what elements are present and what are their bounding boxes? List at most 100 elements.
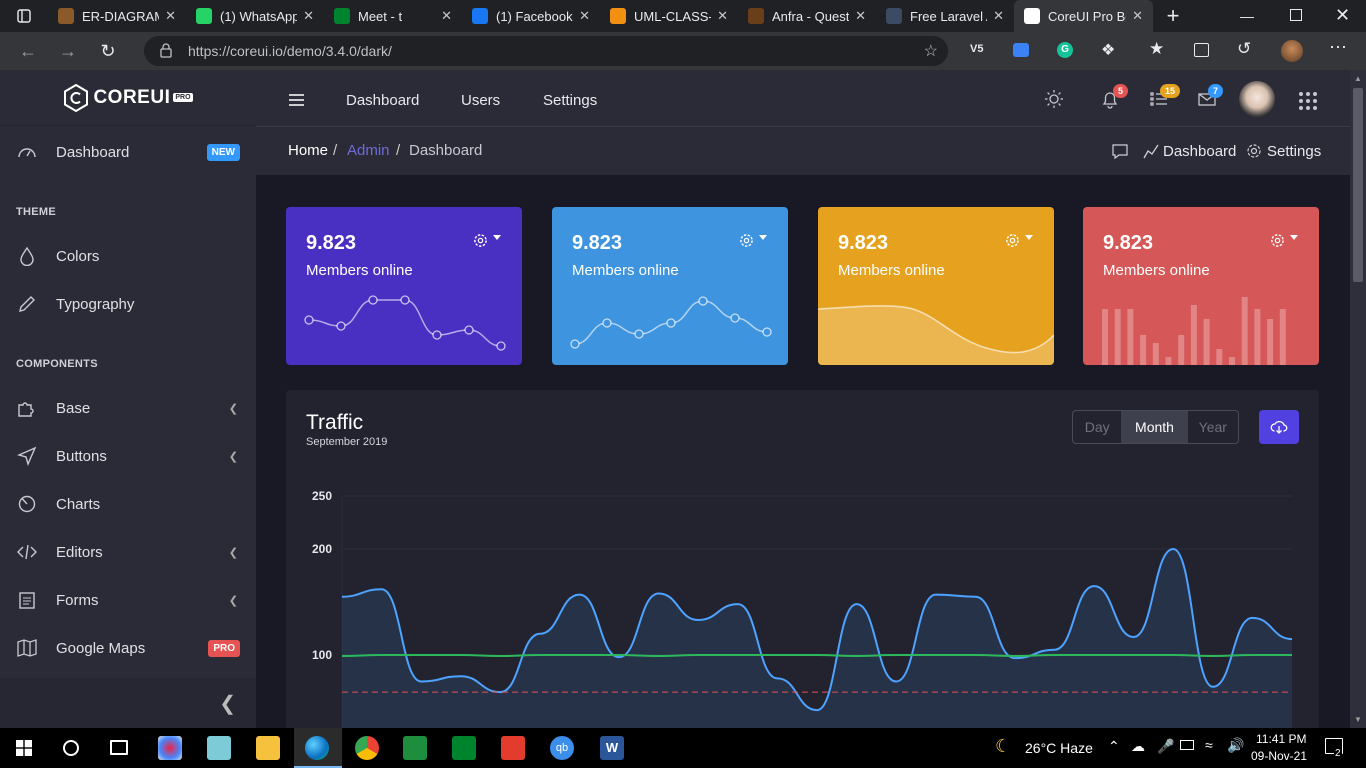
sidebar-item-base[interactable]: Base ❮: [0, 384, 256, 432]
sidebar-item-forms[interactable]: Forms ❮: [0, 576, 256, 624]
clock-date[interactable]: 09-Nov-21: [1251, 749, 1307, 763]
clock-time[interactable]: 11:41 PM: [1256, 732, 1306, 746]
close-tab-icon[interactable]: ✕: [993, 8, 1004, 24]
sparkline-point: [634, 329, 644, 339]
header-nav-settings[interactable]: Settings: [543, 92, 597, 109]
close-tab-icon[interactable]: ✕: [855, 8, 866, 24]
header-nav-dashboard[interactable]: Dashboard: [346, 92, 419, 109]
close-tab-icon[interactable]: ✕: [579, 8, 590, 24]
series-line: [341, 654, 1292, 658]
restore-button[interactable]: [1290, 9, 1302, 21]
range-day-button[interactable]: Day: [1073, 411, 1121, 443]
whatsapp-favicon-icon: [196, 8, 212, 24]
profile-avatar[interactable]: [1281, 40, 1303, 62]
reload-button[interactable]: ↻: [88, 35, 128, 67]
close-tab-icon[interactable]: ✕: [165, 8, 176, 24]
sidebar-item-buttons[interactable]: Buttons ❮: [0, 432, 256, 480]
user-avatar[interactable]: [1239, 81, 1275, 117]
volume-icon[interactable]: 🔊: [1227, 737, 1244, 754]
sidebar-item-typography[interactable]: Typography: [0, 280, 256, 328]
back-button[interactable]: ←: [8, 35, 48, 67]
sidebar-item-label: Base: [56, 399, 91, 417]
cloud-download-icon: [1270, 420, 1288, 434]
sidebar-item-dashboard[interactable]: Dashboard NEW: [0, 128, 256, 176]
new-tab-button[interactable]: +: [1153, 0, 1193, 32]
sidebar-item-colors[interactable]: Colors: [0, 232, 256, 280]
file-explorer-icon[interactable]: [256, 736, 280, 760]
range-year-button[interactable]: Year: [1188, 411, 1238, 443]
main-content: 9.823 Members online 9.823 Members online 9.…: [256, 175, 1350, 728]
forward-button[interactable]: →: [48, 35, 88, 67]
browser-tab[interactable]: Anfra - Quest ✕: [738, 0, 876, 32]
extension-vs-icon[interactable]: V5: [970, 43, 983, 55]
sidebar-item-google-maps[interactable]: Google Maps PRO: [0, 624, 256, 672]
windows-start-icon[interactable]: [16, 740, 32, 756]
tab-actions-icon[interactable]: [0, 0, 48, 32]
sidebar-toggler-icon[interactable]: [289, 94, 304, 106]
graph-icon: [1143, 144, 1159, 159]
sidebar-minimizer-button[interactable]: ❮: [0, 678, 256, 728]
google-classroom-icon[interactable]: [403, 736, 427, 760]
sparkline-bar: [1229, 357, 1235, 365]
browser-tab[interactable]: CoreUI Pro Bo ✕: [1014, 0, 1153, 32]
microphone-icon[interactable]: 🎤: [1157, 738, 1174, 755]
sparkline-bar: [1254, 309, 1261, 365]
task-view-icon[interactable]: [110, 740, 128, 755]
onedrive-cloud-icon[interactable]: ☁: [1131, 738, 1145, 755]
browser-tab[interactable]: (1) WhatsApp ✕: [186, 0, 324, 32]
browser-tab[interactable]: (1) Facebook ✕: [462, 0, 600, 32]
close-tab-icon[interactable]: ✕: [717, 8, 728, 24]
sidebar-item-charts[interactable]: Charts: [0, 480, 256, 528]
google-meet-icon[interactable]: [452, 736, 476, 760]
sparkline-point: [570, 339, 580, 349]
apps-grid-icon[interactable]: [1297, 90, 1319, 112]
sparkline-point: [464, 325, 474, 335]
close-tab-icon[interactable]: ✕: [303, 8, 314, 24]
breadcrumb-home[interactable]: Home: [288, 142, 328, 159]
minimize-button[interactable]: —: [1240, 8, 1254, 24]
extensions-puzzle-icon[interactable]: ❖: [1101, 40, 1115, 60]
history-icon[interactable]: ↺: [1237, 39, 1251, 59]
chevron-up-icon[interactable]: ⌃: [1108, 738, 1120, 755]
range-month-button[interactable]: Month: [1121, 411, 1188, 443]
word-icon[interactable]: W: [600, 736, 624, 760]
sidebar-item-editors[interactable]: Editors ❮: [0, 528, 256, 576]
close-tab-icon[interactable]: ✕: [1132, 8, 1143, 24]
breadcrumb-admin[interactable]: Admin: [347, 142, 390, 159]
extension-screen-icon[interactable]: [1013, 43, 1029, 57]
paint-app-icon[interactable]: [158, 736, 182, 760]
browser-tab[interactable]: UML-CLASS- ✕: [600, 0, 738, 32]
qbittorrent-icon[interactable]: qb: [550, 736, 574, 760]
edge-browser-icon[interactable]: [305, 736, 329, 760]
favorite-star-icon[interactable]: ☆: [924, 41, 938, 61]
url-text: https://coreui.io/demo/3.4.0/dark/: [188, 43, 392, 59]
chevron-left-icon: ❮: [228, 402, 238, 415]
header-nav-users[interactable]: Users: [461, 92, 500, 109]
browser-tab[interactable]: Meet - t ✕: [324, 0, 462, 32]
browser-menu-icon[interactable]: ⋯: [1329, 37, 1347, 58]
sun-icon[interactable]: [1043, 88, 1065, 110]
close-tab-icon[interactable]: ✕: [441, 8, 452, 24]
wifi-icon[interactable]: ≈: [1205, 737, 1213, 753]
page-scrollbar[interactable]: ▲ ▼: [1350, 70, 1366, 728]
battery-icon[interactable]: [1180, 740, 1194, 750]
speech-icon[interactable]: [1112, 144, 1128, 159]
brand-logo[interactable]: COREUI PRO: [0, 70, 256, 126]
browser-tab[interactable]: ER-DIAGRAM ✕: [48, 0, 186, 32]
favorites-icon[interactable]: ★: [1149, 39, 1164, 59]
search-circle-icon[interactable]: [63, 740, 79, 756]
browser-tab[interactable]: Free Laravel A ✕: [876, 0, 1014, 32]
collections-icon[interactable]: [1194, 43, 1209, 57]
download-button[interactable]: [1259, 410, 1299, 444]
close-window-button[interactable]: ✕: [1335, 5, 1350, 26]
weather-text[interactable]: 26°C Haze: [1025, 740, 1093, 756]
url-input[interactable]: https://coreui.io/demo/3.4.0/dark/ ☆: [144, 36, 948, 66]
notifications-badge: 5: [1113, 84, 1129, 98]
ubuntu-like-app-icon[interactable]: [501, 736, 525, 760]
chrome-icon[interactable]: [355, 736, 379, 760]
subheader-dashboard-link[interactable]: Dashboard: [1163, 143, 1236, 160]
grammarly-icon[interactable]: G: [1057, 42, 1073, 58]
notepad-app-icon[interactable]: [207, 736, 231, 760]
breadcrumb-current: Dashboard: [409, 142, 483, 159]
subheader-settings-link[interactable]: Settings: [1267, 143, 1321, 160]
